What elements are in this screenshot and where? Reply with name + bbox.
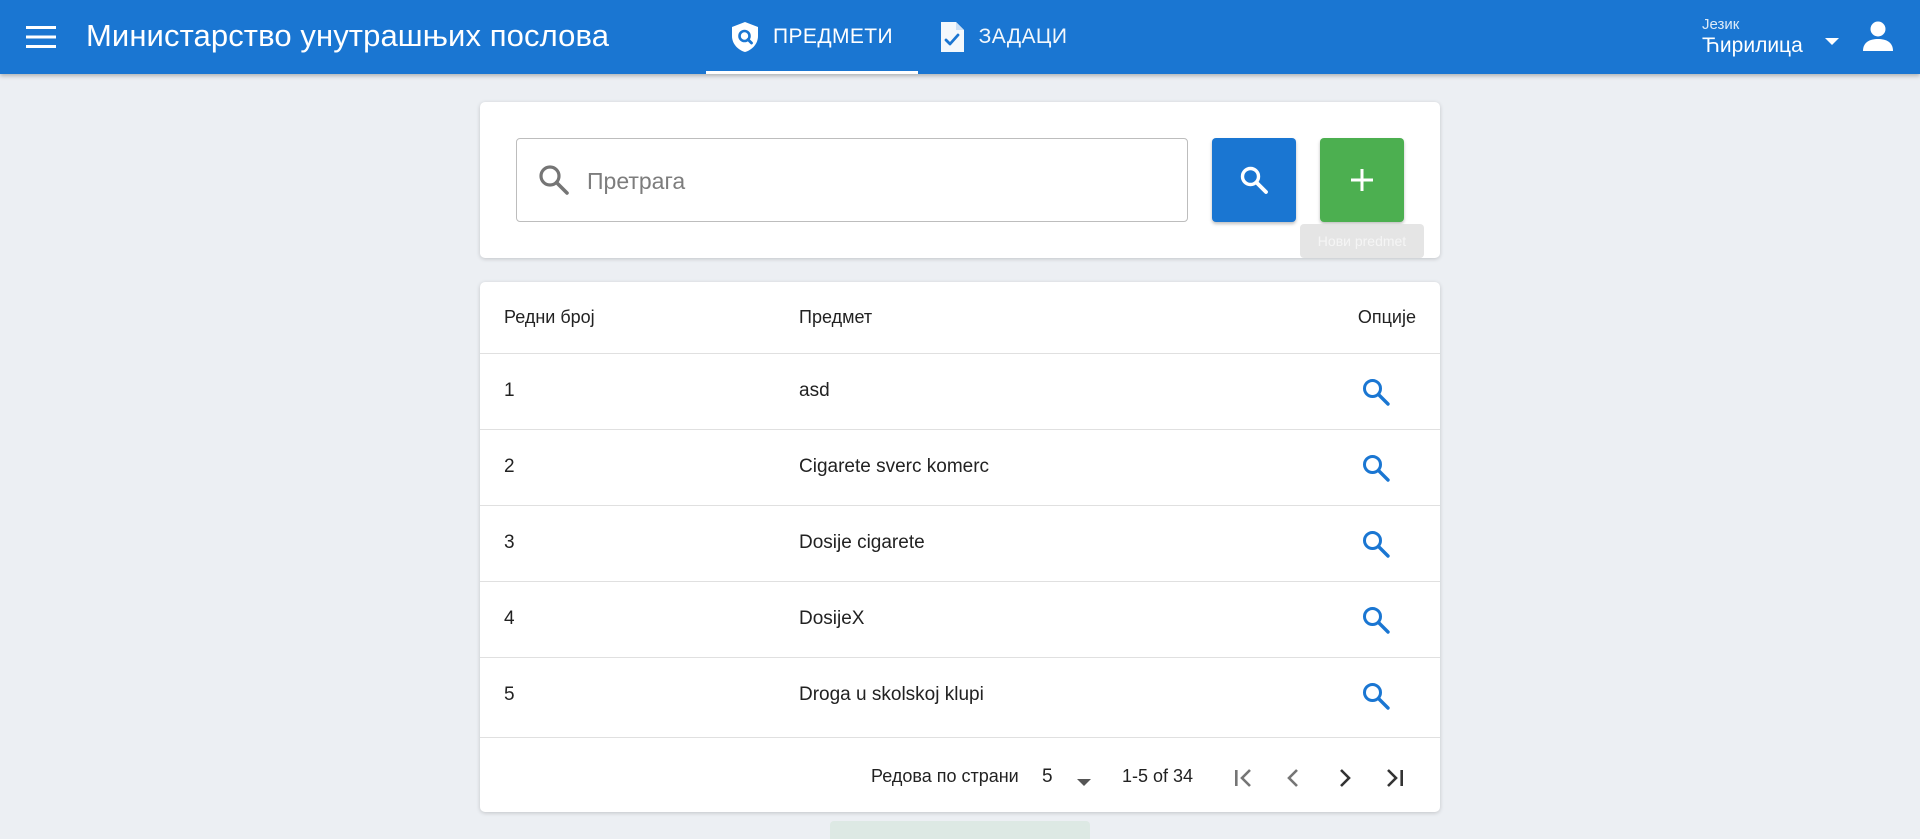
table-row: 1 asd <box>480 354 1440 430</box>
view-search-icon[interactable] <box>1358 678 1394 714</box>
chevron-down-icon <box>1824 34 1840 52</box>
search-card: Нови predmet <box>480 102 1440 258</box>
row-number: 2 <box>504 456 515 477</box>
plus-icon <box>1351 169 1373 191</box>
search-button[interactable] <box>1212 138 1296 222</box>
row-number: 4 <box>504 608 515 629</box>
search-field[interactable] <box>516 138 1188 222</box>
row-subject: asd <box>799 380 830 401</box>
search-input[interactable] <box>587 159 1167 203</box>
row-number: 1 <box>504 380 515 401</box>
table-header: Редни број Предмет Опције <box>480 282 1440 354</box>
row-subject: Cigarete sverc komerc <box>799 456 990 477</box>
previous-page-icon[interactable] <box>1276 760 1312 796</box>
row-subject: DosijeX <box>799 608 865 629</box>
table-row: 2 Cigarete sverc komerc <box>480 430 1440 506</box>
app-bar: Министарство унутрашњих послова ПРЕДМЕТИ… <box>0 0 1920 74</box>
table-pagination: Редова по страни 5 1-5 of 34 <box>480 738 1440 812</box>
account-icon[interactable] <box>1860 18 1896 54</box>
next-page-icon[interactable] <box>1326 760 1362 796</box>
table-row: 4 DosijeX <box>480 582 1440 658</box>
add-subject-button[interactable] <box>1320 138 1404 222</box>
first-page-icon[interactable] <box>1226 760 1262 796</box>
chevron-down-icon <box>1076 772 1092 793</box>
view-search-icon[interactable] <box>1358 450 1394 486</box>
search-icon <box>537 163 571 202</box>
task-file-icon <box>939 21 965 53</box>
tab-subjects[interactable]: ПРЕДМЕТИ <box>706 0 918 74</box>
app-title: Министарство унутрашњих послова <box>86 18 610 53</box>
rows-per-page-select[interactable]: 5 <box>1042 764 1098 792</box>
row-number: 3 <box>504 532 515 553</box>
rows-per-page-value: 5 <box>1042 766 1053 787</box>
language-value: Ћирилица <box>1702 34 1803 57</box>
search-icon <box>1240 166 1268 194</box>
view-search-icon[interactable] <box>1358 526 1394 562</box>
tab-tasks[interactable]: ЗАДАЦИ <box>918 0 1088 74</box>
last-page-icon[interactable] <box>1376 760 1412 796</box>
header-number: Редни број <box>504 307 595 327</box>
add-subject-tooltip: Нови predmet <box>1300 224 1424 258</box>
header-options: Опције <box>1357 307 1416 327</box>
view-search-icon[interactable] <box>1358 602 1394 638</box>
view-search-icon[interactable] <box>1358 374 1394 410</box>
tab-subjects-label: ПРЕДМЕТИ <box>773 25 893 48</box>
language-select[interactable]: Језик Ћирилица <box>1702 14 1839 60</box>
header-subject: Предмет <box>799 307 873 327</box>
table-row: 3 Dosije cigarete <box>480 506 1440 582</box>
menu-icon[interactable] <box>24 22 58 52</box>
rows-per-page-label: Редова по страни <box>871 766 1019 786</box>
tab-tasks-label: ЗАДАЦИ <box>978 25 1068 48</box>
row-number: 5 <box>504 684 515 705</box>
subjects-table: Редни број Предмет Опције 1 asd 2 Cigare… <box>480 282 1440 812</box>
table-row: 5 Droga u skolskoj klupi <box>480 658 1440 738</box>
row-subject: Droga u skolskoj klupi <box>799 684 984 705</box>
partial-card-below <box>830 821 1090 839</box>
shield-search-icon <box>731 21 759 53</box>
pagination-range: 1-5 of 34 <box>1122 766 1194 786</box>
language-caption: Језик <box>1702 16 1740 33</box>
row-subject: Dosije cigarete <box>799 532 925 553</box>
